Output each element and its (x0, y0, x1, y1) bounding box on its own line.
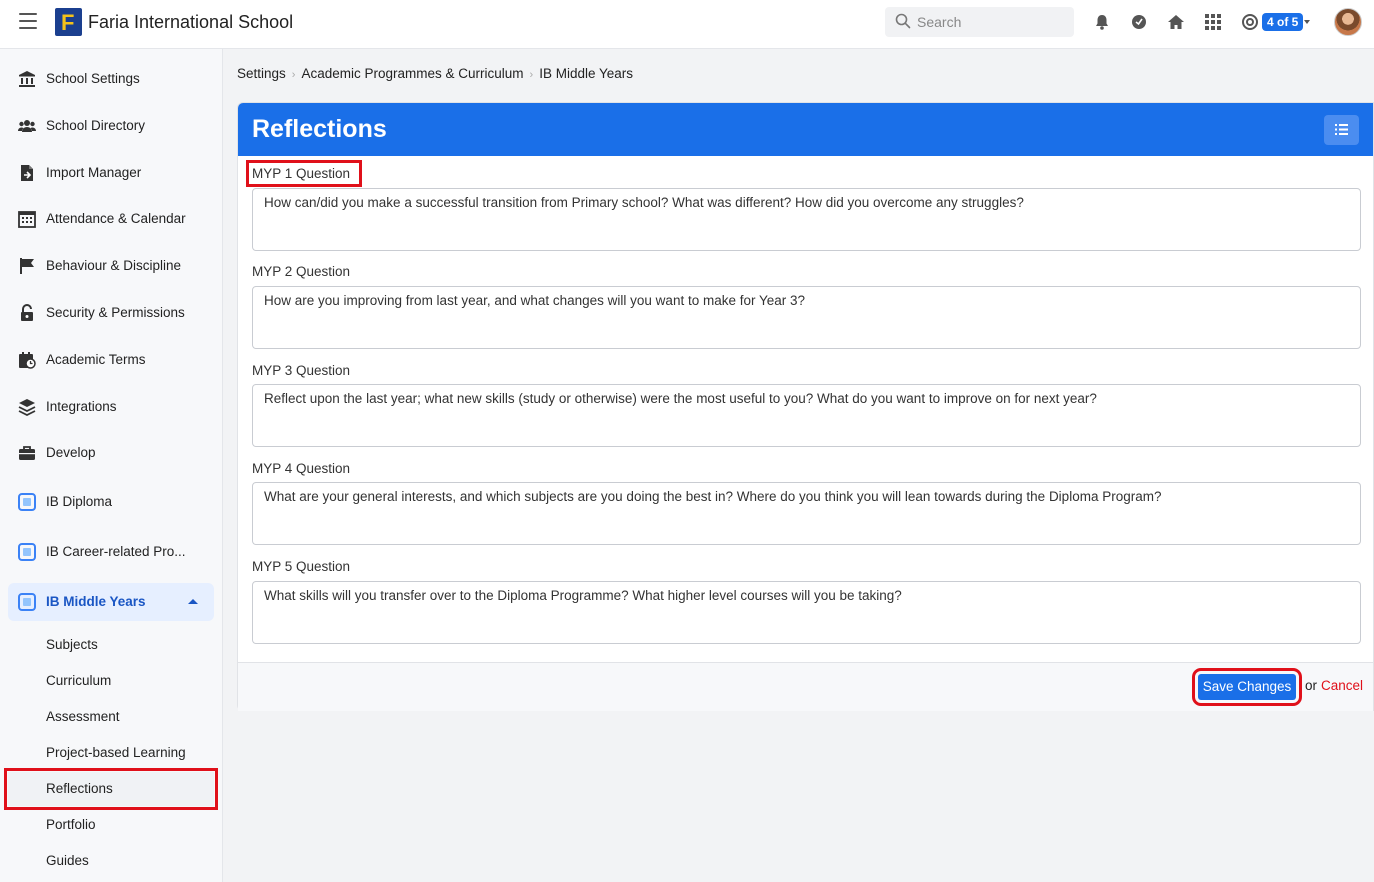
myp3-question-label: MYP 3 Question (252, 363, 351, 378)
sidebar-item-label: Import Manager (46, 165, 142, 180)
sidebar-subitem-assessment[interactable]: Assessment (8, 703, 214, 731)
sidebar-item-develop[interactable]: Develop (8, 434, 214, 472)
sidebar-subitem-label: Reflections (46, 781, 113, 796)
sidebar-subitem-subjects[interactable]: Subjects (8, 631, 214, 659)
bank-icon (19, 71, 35, 87)
sidebar-item-ib-diploma[interactable]: IB Diploma (8, 483, 214, 521)
myp2-question-input[interactable]: How are you improving from last year, an… (252, 286, 1361, 349)
save-button[interactable]: Save Changes (1192, 668, 1302, 706)
search-placeholder: Search (917, 14, 962, 30)
breadcrumb: Settings › Academic Programmes & Curriculu… (237, 66, 633, 81)
sidebar-item-attendance-calendar[interactable]: Attendance & Calendar (8, 200, 214, 238)
sidebar-item-integrations[interactable]: Integrations (8, 388, 214, 426)
sidebar-subitem-label: Project-based Learning (46, 745, 186, 760)
sidebar-item-label: Attendance & Calendar (46, 211, 186, 226)
sidebar-subitem-project-based-learning[interactable]: Project-based Learning (8, 739, 214, 767)
chevron-up-icon[interactable] (188, 599, 198, 604)
breadcrumb-item[interactable]: Settings (237, 66, 286, 81)
sidebar-item-ib-career-related[interactable]: IB Career-related Pro... (8, 533, 214, 571)
list-icon (1335, 124, 1348, 135)
lock-icon (21, 304, 33, 321)
myp2-question-label: MYP 2 Question (252, 264, 351, 279)
list-view-button[interactable] (1324, 115, 1359, 145)
myp4-question-value: What are your general interests, and whi… (264, 489, 1162, 504)
myp1-question-label: MYP 1 Question (245, 160, 363, 187)
sidebar-subitem-label: Guides (46, 853, 89, 868)
layers-icon (18, 399, 36, 416)
school-logo[interactable]: F (55, 8, 82, 36)
myp4-question-label: MYP 4 Question (252, 461, 351, 476)
sidebar-subitem-label: Subjects (46, 637, 98, 652)
school-switch-icon[interactable] (1241, 13, 1259, 31)
sidebar-item-label: Develop (46, 445, 96, 460)
sidebar-item-behaviour-discipline[interactable]: Behaviour & Discipline (8, 247, 214, 285)
sidebar-item-security-permissions[interactable]: Security & Permissions (8, 294, 214, 332)
calendar-grid-icon (18, 211, 36, 228)
myp4-question-input[interactable]: What are your general interests, and whi… (252, 482, 1361, 545)
school-name[interactable]: Faria International School (88, 12, 293, 33)
search-icon (895, 13, 911, 29)
breadcrumb-separator: › (529, 69, 534, 81)
myp5-question-label: MYP 5 Question (252, 559, 351, 574)
sidebar-item-label: Academic Terms (46, 352, 146, 367)
myp5-question-value: What skills will you transfer over to th… (264, 588, 902, 603)
myp3-question-input[interactable]: Reflect upon the last year; what new ski… (252, 384, 1361, 447)
or-text: or (1305, 678, 1318, 693)
breadcrumb-item[interactable]: IB Middle Years (539, 66, 633, 81)
sidebar-subitem-portfolio[interactable]: Portfolio (8, 811, 214, 839)
sidebar-subitem-label: Assessment (46, 709, 120, 724)
chat-icon[interactable] (1130, 13, 1148, 31)
bell-icon[interactable] (1093, 13, 1111, 31)
sidebar-subitem-label: Portfolio (46, 817, 96, 832)
myp1-question-input[interactable]: How can/did you make a successful transi… (252, 188, 1361, 251)
sidebar-item-ib-middle-years[interactable]: IB Middle Years (8, 583, 214, 621)
apps-grid-icon[interactable] (1204, 13, 1222, 31)
file-import-icon (21, 165, 33, 181)
sidebar-subitem-reflections[interactable]: Reflections (4, 768, 218, 810)
chevron-down-icon[interactable] (1304, 20, 1310, 24)
briefcase-icon (19, 446, 35, 460)
ib-dp-icon (18, 493, 36, 511)
ib-cp-icon (18, 543, 36, 561)
home-icon[interactable] (1167, 13, 1185, 31)
myp1-question-value: How can/did you make a successful transi… (264, 195, 1024, 210)
breadcrumb-separator: › (291, 69, 296, 81)
page-title: Reflections (252, 115, 387, 143)
school-switch-badge[interactable]: 4 of 5 (1262, 13, 1304, 31)
avatar[interactable] (1334, 8, 1362, 36)
cancel-link[interactable]: Cancel (1321, 678, 1363, 693)
sidebar-item-label: IB Diploma (46, 494, 113, 509)
panel-footer: Save Changes or Cancel (238, 662, 1373, 711)
sidebar-item-label: Behaviour & Discipline (46, 258, 182, 273)
panel-header: Reflections (238, 103, 1373, 156)
myp2-question-value: How are you improving from last year, an… (264, 293, 806, 308)
breadcrumb-item[interactable]: Academic Programmes & Curriculum (301, 66, 523, 81)
sidebar-item-academic-terms[interactable]: Academic Terms (8, 341, 214, 379)
myp5-question-input[interactable]: What skills will you transfer over to th… (252, 581, 1361, 644)
search-input[interactable]: Search (885, 7, 1074, 37)
sidebar-item-label: School Directory (46, 118, 146, 133)
menu-icon[interactable] (19, 13, 37, 29)
users-icon (18, 120, 36, 132)
sidebar-item-school-settings[interactable]: School Settings (8, 60, 214, 98)
sidebar-item-import-manager[interactable]: Import Manager (8, 154, 214, 192)
ib-myp-icon (18, 593, 36, 611)
sidebar-subitem-guides[interactable]: Guides (8, 847, 214, 875)
calendar-clock-icon (19, 352, 36, 369)
sidebar-item-label: Security & Permissions (46, 305, 185, 320)
sidebar-subitem-label: Curriculum (46, 673, 112, 688)
sidebar-item-school-directory[interactable]: School Directory (8, 107, 214, 145)
flag-icon (20, 258, 34, 274)
sidebar-item-label: IB Career-related Pro... (46, 544, 186, 559)
sidebar-subitem-curriculum[interactable]: Curriculum (8, 667, 214, 695)
sidebar-item-label: IB Middle Years (46, 594, 146, 609)
myp3-question-value: Reflect upon the last year; what new ski… (264, 391, 1097, 406)
sidebar: School Settings School Directory Import … (0, 49, 223, 882)
sidebar-item-label: School Settings (46, 71, 140, 86)
top-bar: F Faria International School Search 4 of… (0, 0, 1374, 49)
sidebar-item-label: Integrations (46, 399, 117, 414)
reflections-panel: Reflections MYP 1 Question How can/did y… (237, 102, 1374, 711)
